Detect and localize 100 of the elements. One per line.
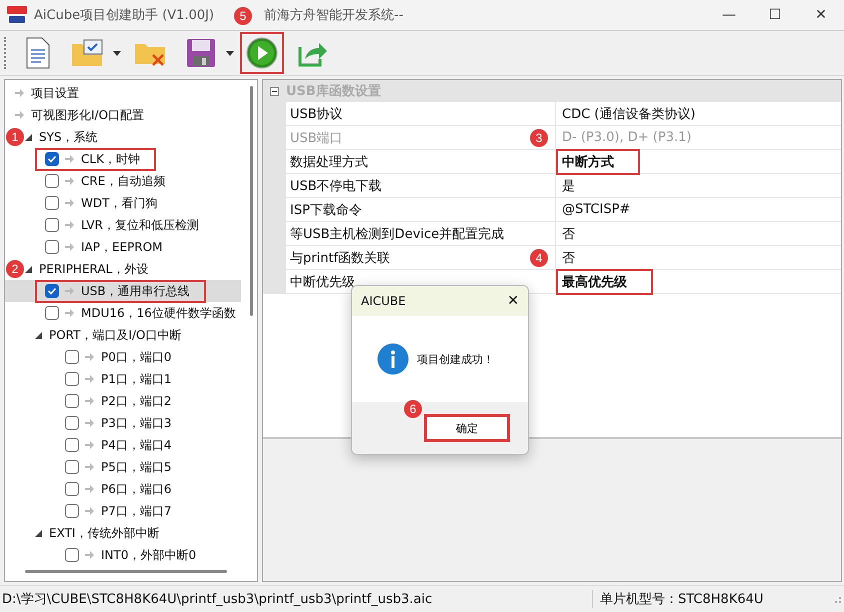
scrollbar-thumb[interactable] (250, 86, 253, 316)
step-badge: 4 (530, 248, 548, 266)
tree-item[interactable]: P0口，端口0 (5, 346, 241, 368)
tree-group[interactable]: PORT，端口及I/O口中断 (49, 326, 182, 344)
window-control[interactable]: ☐ (752, 7, 798, 23)
arrow-icon (15, 89, 24, 97)
arrow-icon (65, 155, 74, 163)
property-value[interactable]: 中断方式 (556, 148, 640, 174)
tree-item[interactable]: MDU16，16位硬件数学函数 (5, 302, 241, 324)
property-value[interactable]: 否 (556, 220, 601, 246)
step-badge: 6 (404, 400, 422, 418)
arrow-icon (85, 397, 94, 405)
checkbox[interactable] (45, 306, 59, 320)
arrow-icon (65, 243, 74, 251)
arrow-icon (85, 375, 94, 383)
dropdown-caret-icon[interactable] (113, 50, 121, 56)
expander-icon[interactable] (35, 530, 42, 536)
tree-group[interactable]: EXTI，传统外部中断 (49, 524, 160, 542)
app-logo-icon (6, 4, 28, 26)
window-control[interactable]: ✕ (798, 7, 844, 23)
tree-item[interactable]: 可视图形化I/O口配置 (31, 106, 144, 124)
checkbox[interactable] (45, 174, 59, 188)
tree-item[interactable]: IAP，EEPROM (5, 236, 241, 258)
property-value[interactable]: @STCISP# (556, 198, 656, 221)
checkbox[interactable] (65, 394, 79, 408)
arrow-icon (85, 463, 94, 471)
step-badge: 3 (530, 128, 548, 146)
arrow-icon (65, 287, 74, 295)
step-badge: 1 (6, 128, 24, 146)
info-icon (377, 343, 409, 375)
checkbox[interactable] (65, 504, 79, 518)
arrow-icon (85, 551, 94, 559)
tree-item[interactable]: LVR，复位和低压检测 (5, 214, 241, 236)
tree-group[interactable]: SYS，系统 (39, 128, 98, 146)
tree-item[interactable]: P2口，端口2 (5, 390, 241, 412)
property-name: USB协议 (289, 106, 344, 124)
tree-item[interactable]: P1口，端口1 (5, 368, 241, 390)
tree-item[interactable]: 项目设置 (31, 84, 79, 102)
tree-group[interactable]: PERIPHERAL，外设 (39, 260, 148, 278)
checkbox[interactable] (65, 438, 79, 452)
step-badge: 2 (6, 260, 24, 278)
folder-check-icon (70, 38, 104, 68)
property-value[interactable]: 最高优先级 (556, 268, 653, 294)
checkbox[interactable] (65, 350, 79, 364)
property-value[interactable]: 是 (556, 172, 601, 198)
play-icon (246, 37, 278, 69)
checkbox[interactable] (45, 240, 59, 254)
tree-item[interactable]: WDT，看门狗 (5, 192, 241, 214)
tree-item[interactable]: P7口，端口7 (5, 500, 241, 522)
tree-item[interactable]: P3口，端口3 (5, 412, 241, 434)
window-title: AiCube项目创建助手 (V1.00J) (34, 7, 214, 24)
checkbox[interactable] (45, 196, 59, 210)
collapse-icon[interactable] (270, 87, 279, 96)
file-path: D:\学习\CUBE\STC8H8K64U\printf_usb3\printf_usb3\printf_usb3.aic (0, 590, 593, 608)
property-name: ISP下载命令 (289, 202, 363, 220)
tree-item[interactable]: P4口，端口4 (5, 434, 241, 456)
checkbox[interactable] (45, 152, 59, 166)
checkbox[interactable] (65, 460, 79, 474)
arrow-icon (65, 221, 74, 229)
expander-icon[interactable] (25, 134, 32, 140)
chip-model: 单片机型号：STC8H8K64U (599, 591, 764, 608)
document-icon (24, 36, 52, 70)
dropdown-caret-icon[interactable] (226, 50, 234, 56)
expander-icon[interactable] (25, 266, 32, 272)
property-name: 数据处理方式 (289, 154, 369, 172)
arrow-icon (65, 309, 74, 317)
tree-item[interactable]: USB，通用串行总线 (5, 280, 241, 302)
window-subtitle: 前海方舟智能开发系统-- (264, 7, 404, 24)
checkbox[interactable] (65, 548, 79, 562)
run-tool-button[interactable] (240, 32, 284, 74)
arrow-icon (15, 111, 24, 119)
save-icon (185, 37, 217, 69)
checkbox[interactable] (65, 372, 79, 386)
property-name: USB不停电下载 (289, 178, 383, 196)
checkbox[interactable] (45, 218, 59, 232)
tree-item[interactable]: CRE，自动追频 (5, 170, 241, 192)
tree-item[interactable]: INT0，外部中断0 (5, 544, 241, 566)
arrow-icon (85, 419, 94, 427)
window-control[interactable]: — (706, 7, 752, 23)
tree-item[interactable]: P6口，端口6 (5, 478, 241, 500)
property-name: USB端口 (289, 130, 344, 148)
arrow-icon (85, 485, 94, 493)
scrollbar-thumb[interactable] (25, 570, 227, 573)
property-name: 中断优先级 (289, 274, 356, 292)
dialog-message: 项目创建成功！ (417, 352, 494, 366)
close-button[interactable]: ✕ (507, 293, 519, 309)
ok-button[interactable]: 确定 (424, 414, 510, 442)
property-value[interactable]: 否 (556, 244, 601, 270)
checkbox[interactable] (65, 416, 79, 430)
tree-item[interactable]: P5口，端口5 (5, 456, 241, 478)
expander-icon[interactable] (35, 332, 42, 338)
dialog-title: AICUBE (361, 294, 406, 308)
arrow-icon (65, 177, 74, 185)
category-header: USB库函数设置 (286, 80, 841, 102)
checkbox[interactable] (65, 482, 79, 496)
property-name: 与printf函数关联 (289, 250, 392, 268)
property-value[interactable]: CDC (通信设备类协议) (556, 100, 722, 126)
arrow-icon (85, 353, 94, 361)
checkbox[interactable] (45, 284, 59, 298)
resize-grip-icon[interactable] (832, 594, 842, 604)
